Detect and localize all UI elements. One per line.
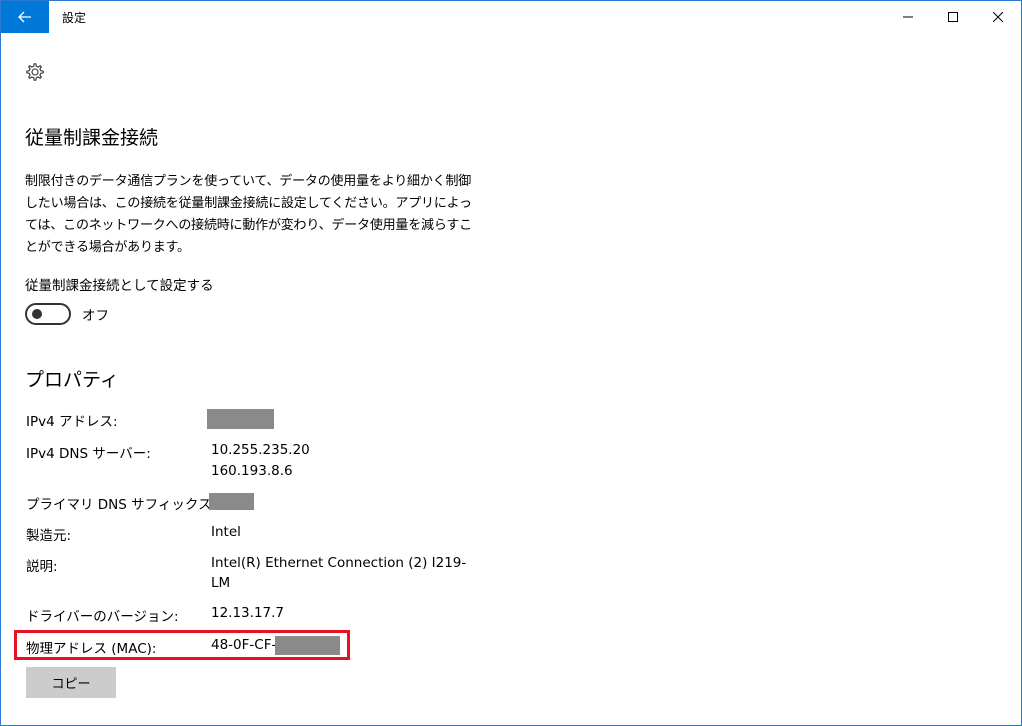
maximize-button[interactable] bbox=[930, 1, 976, 33]
settings-window: 設定 従量制課金接続 制限付きのデータ通信プランを使っていて、データの使用量をよ… bbox=[0, 0, 1022, 726]
close-icon bbox=[993, 12, 1003, 22]
dns-suffix-label: プライマリ DNS サフィックス: bbox=[26, 497, 217, 513]
ipv4-address-label: IPv4 アドレス: bbox=[26, 414, 118, 430]
title-bar: 設定 bbox=[1, 1, 1021, 33]
dns-server-value-1: 10.255.235.20 bbox=[211, 442, 310, 458]
manufacturer-value: Intel bbox=[211, 524, 241, 540]
close-button[interactable] bbox=[975, 1, 1021, 33]
back-arrow-icon bbox=[18, 11, 31, 23]
page-title: 従量制課金接続 bbox=[25, 127, 159, 149]
minimize-button[interactable] bbox=[885, 1, 931, 33]
dns-server-value-2: 160.193.8.6 bbox=[211, 463, 293, 479]
driver-version-label: ドライバーのバージョン: bbox=[26, 609, 179, 625]
mac-highlight-box bbox=[14, 630, 350, 660]
page-description: 制限付きのデータ通信プランを使っていて、データの使用量をより細かく制御したい場合… bbox=[25, 174, 472, 255]
toggle-knob bbox=[32, 309, 42, 319]
dns-server-label: IPv4 DNS サーバー: bbox=[26, 446, 151, 462]
dns-suffix-redacted bbox=[209, 493, 254, 510]
properties-heading: プロパティ bbox=[25, 369, 119, 391]
manufacturer-label: 製造元: bbox=[26, 528, 72, 544]
maximize-icon bbox=[948, 12, 958, 22]
window-title: 設定 bbox=[62, 11, 87, 25]
toggle-state-text: オフ bbox=[82, 308, 109, 324]
metered-connection-toggle[interactable] bbox=[25, 303, 71, 325]
driver-version-value: 12.13.17.7 bbox=[211, 605, 284, 621]
description-label: 説明: bbox=[26, 559, 58, 575]
description-value-2: LM bbox=[211, 575, 231, 591]
description-value-1: Intel(R) Ethernet Connection (2) I219- bbox=[211, 555, 467, 571]
ipv4-address-redacted bbox=[207, 409, 274, 429]
back-button[interactable] bbox=[1, 1, 49, 33]
metered-toggle-label: 従量制課金接続として設定する bbox=[25, 278, 214, 294]
copy-button[interactable]: コピー bbox=[26, 667, 116, 698]
gear-icon bbox=[25, 62, 45, 86]
minimize-icon bbox=[903, 16, 913, 18]
